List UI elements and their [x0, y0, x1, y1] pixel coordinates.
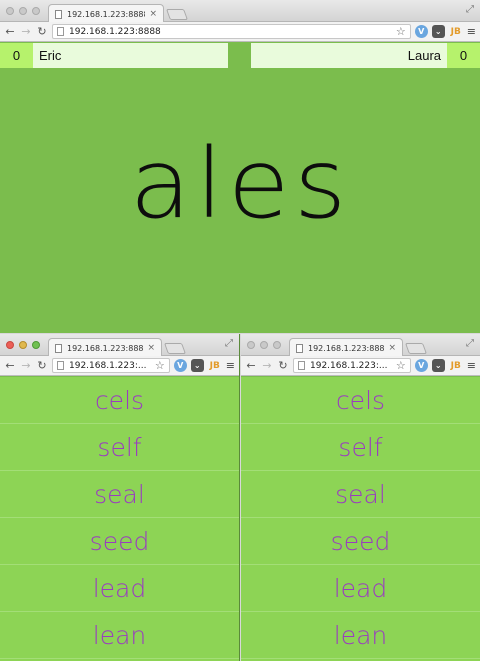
browser-tab[interactable]: 192.168.1.223:8888 × [289, 338, 403, 357]
minimize-window-button[interactable] [260, 341, 268, 349]
new-tab-button[interactable] [404, 343, 428, 354]
pocket-icon[interactable]: ⌄ [190, 359, 204, 372]
bookmark-star-icon[interactable]: ☆ [392, 359, 406, 372]
word-option[interactable]: self [241, 424, 480, 471]
word-option[interactable]: self [0, 424, 239, 471]
page-icon [57, 27, 64, 36]
right-browser-window: 192.168.1.223:8888 × ⤢ ← → ↻ 192.168.1.2… [241, 334, 480, 661]
word-option[interactable]: cels [0, 377, 239, 424]
window-controls [6, 341, 40, 349]
page-icon [57, 361, 64, 370]
pocket-icon[interactable]: ⌄ [431, 359, 445, 372]
back-icon[interactable]: ← [4, 25, 16, 38]
word-option[interactable]: seal [0, 471, 239, 518]
right-player-score: 0 [447, 43, 480, 68]
word-option[interactable]: lean [241, 612, 480, 659]
toolbar: ← → ↻ 192.168.1.223:... ☆ V ⌄ JB ≡ [0, 356, 239, 376]
word-option[interactable]: seed [0, 518, 239, 565]
word-options-list: cels self seal seed lead lean [241, 377, 480, 661]
tab-title: 192.168.1.223:8888 [67, 9, 146, 19]
url-text: 192.168.1.223:8888 [69, 26, 161, 37]
close-window-button[interactable] [247, 341, 255, 349]
word-option[interactable]: cels [241, 377, 480, 424]
close-tab-icon[interactable]: × [149, 9, 157, 19]
bookmark-star-icon[interactable]: ☆ [151, 359, 165, 372]
close-tab-icon[interactable]: × [147, 343, 155, 353]
menu-icon[interactable]: ≡ [467, 25, 476, 38]
word-option[interactable]: lead [0, 565, 239, 612]
url-text: 192.168.1.223:... [310, 360, 388, 371]
target-word: ales [129, 128, 351, 240]
left-browser-window: 192.168.1.223:8888 × ⤢ ← → ↻ 192.168.1.2… [0, 334, 240, 661]
minimize-window-button[interactable] [19, 7, 27, 15]
word-option[interactable]: lead [241, 565, 480, 612]
close-window-button[interactable] [6, 341, 14, 349]
tab-title: 192.168.1.223:8888 [67, 343, 144, 353]
extension-v-icon[interactable]: V [414, 25, 428, 38]
title-bar: 192.168.1.223:8888 × ⤢ [0, 0, 480, 23]
extension-v-icon[interactable]: V [173, 359, 187, 372]
close-tab-icon[interactable]: × [388, 343, 396, 353]
fullscreen-icon[interactable]: ⤢ [466, 338, 474, 349]
jetbrains-icon[interactable]: JB [449, 25, 463, 38]
fullscreen-icon[interactable]: ⤢ [466, 4, 474, 15]
zoom-window-button[interactable] [32, 7, 40, 15]
new-tab-button[interactable] [163, 343, 187, 354]
address-bar[interactable]: 192.168.1.223:... ☆ [293, 358, 411, 373]
tab-title: 192.168.1.223:8888 [308, 343, 385, 353]
forward-icon[interactable]: → [20, 25, 32, 38]
url-text: 192.168.1.223:... [69, 360, 147, 371]
back-icon[interactable]: ← [245, 359, 257, 372]
pocket-icon[interactable]: ⌄ [431, 25, 445, 38]
page-icon [296, 343, 303, 353]
fullscreen-icon[interactable]: ⤢ [225, 338, 233, 349]
main-browser-window: 192.168.1.223:8888 × ⤢ ← → ↻ 192.168.1.2… [0, 0, 480, 333]
zoom-window-button[interactable] [273, 341, 281, 349]
back-icon[interactable]: ← [4, 359, 16, 372]
menu-icon[interactable]: ≡ [467, 359, 476, 372]
jetbrains-icon[interactable]: JB [449, 359, 463, 372]
reload-icon[interactable]: ↻ [277, 359, 289, 372]
bookmark-star-icon[interactable]: ☆ [392, 25, 406, 38]
browser-tab[interactable]: 192.168.1.223:8888 × [48, 4, 164, 23]
word-options-list: cels self seal seed lead lean [0, 377, 239, 661]
left-player-score: 0 [0, 43, 33, 68]
window-controls [247, 341, 281, 349]
score-bar: 0 Eric Laura 0 [0, 43, 480, 68]
toolbar: ← → ↻ 192.168.1.223:8888 ☆ V ⌄ JB ≡ [0, 22, 480, 42]
forward-icon[interactable]: → [20, 359, 32, 372]
new-tab-button[interactable] [165, 9, 189, 20]
right-player-name: Laura [251, 43, 447, 68]
address-bar[interactable]: 192.168.1.223:... ☆ [52, 358, 170, 373]
word-option[interactable]: seed [241, 518, 480, 565]
menu-icon[interactable]: ≡ [226, 359, 235, 372]
zoom-window-button[interactable] [32, 341, 40, 349]
page-icon [55, 343, 62, 353]
toolbar: ← → ↻ 192.168.1.223:... ☆ V ⌄ JB ≡ [241, 356, 480, 376]
minimize-window-button[interactable] [19, 341, 27, 349]
extension-v-icon[interactable]: V [414, 359, 428, 372]
left-player-name: Eric [33, 43, 228, 68]
window-controls [6, 7, 40, 15]
reload-icon[interactable]: ↻ [36, 25, 48, 38]
word-option[interactable]: seal [241, 471, 480, 518]
word-option[interactable]: lean [0, 612, 239, 659]
jetbrains-icon[interactable]: JB [208, 359, 222, 372]
browser-tab[interactable]: 192.168.1.223:8888 × [48, 338, 162, 357]
reload-icon[interactable]: ↻ [36, 359, 48, 372]
title-bar: 192.168.1.223:8888 × ⤢ [241, 334, 480, 357]
address-bar[interactable]: 192.168.1.223:8888 ☆ [52, 24, 411, 39]
title-bar: 192.168.1.223:8888 × ⤢ [0, 334, 239, 357]
forward-icon[interactable]: → [261, 359, 273, 372]
page-icon [298, 361, 305, 370]
close-window-button[interactable] [6, 7, 14, 15]
page-icon [55, 9, 62, 19]
